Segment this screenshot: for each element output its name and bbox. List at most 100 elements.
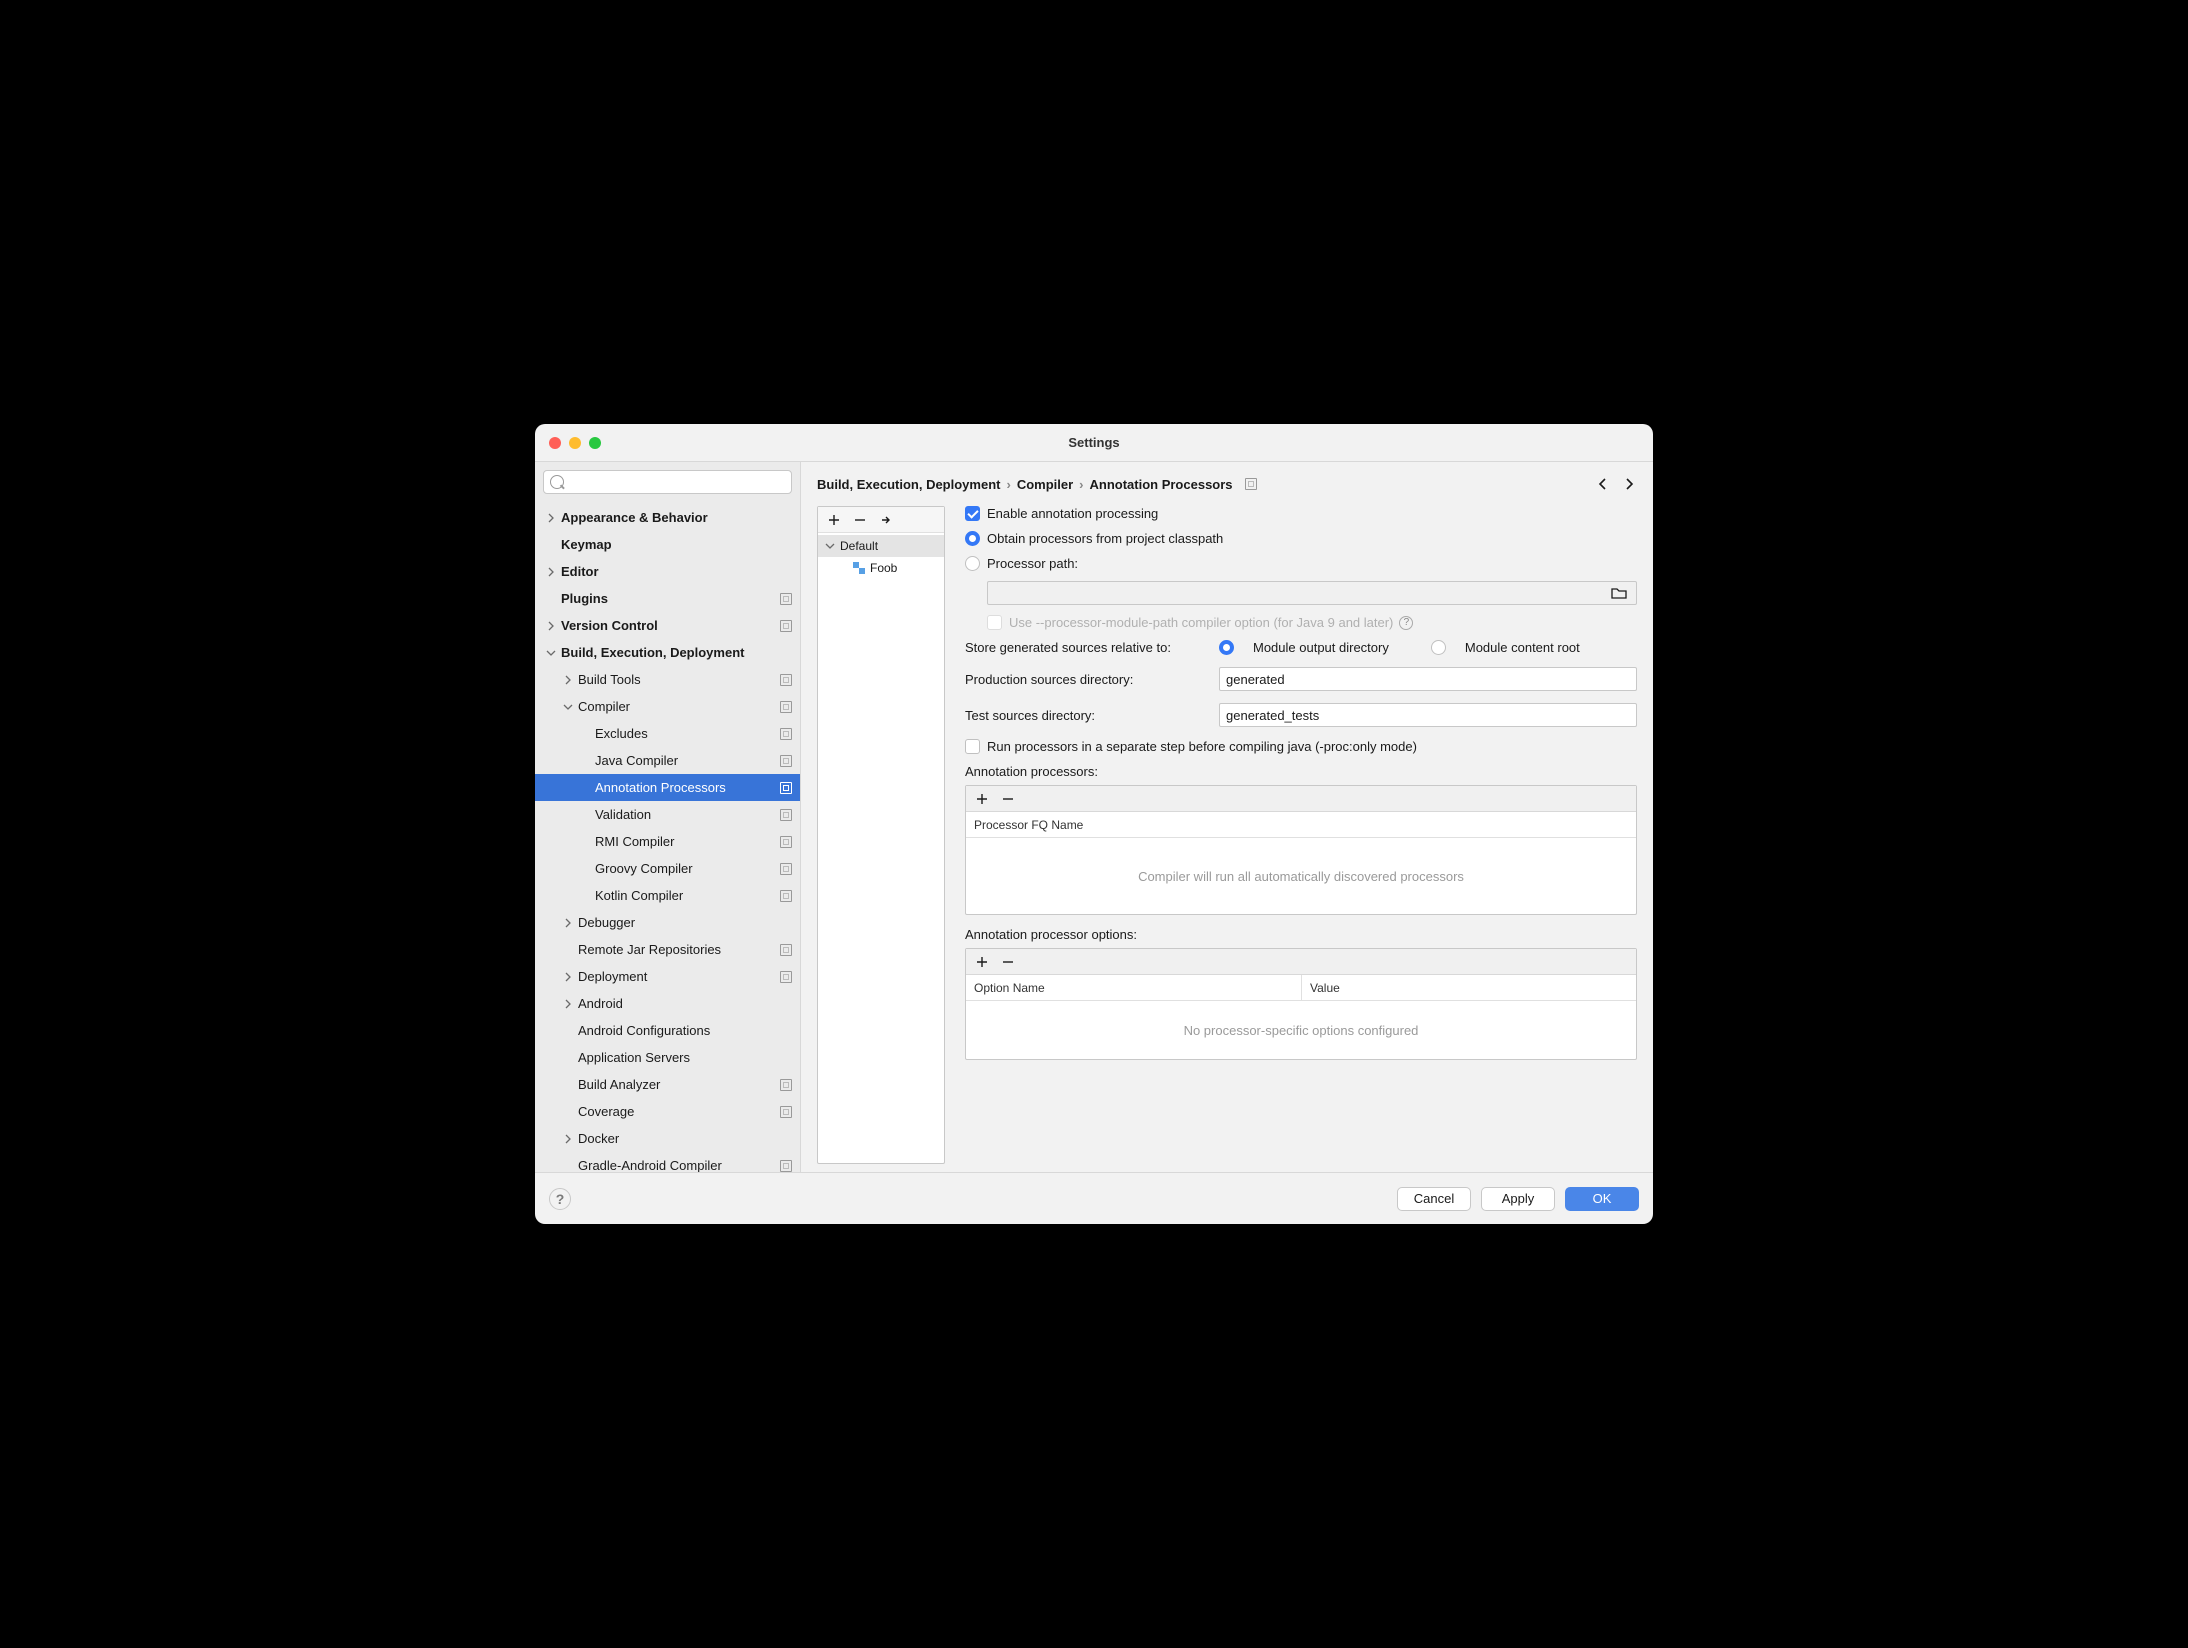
folder-icon[interactable] [1608,586,1630,600]
crumb-1[interactable]: Build, Execution, Deployment [817,477,1000,492]
help-button[interactable]: ? [549,1188,571,1210]
module-path-checkbox[interactable] [987,615,1002,630]
sidebar-item[interactable]: Keymap [535,531,800,558]
settings-tree[interactable]: Appearance & BehaviorKeymap Editor Plugins… [535,502,800,1172]
search-wrap [535,462,800,502]
enable-checkbox[interactable] [965,506,980,521]
separate-checkbox[interactable] [965,739,980,754]
sidebar-item[interactable]: Kotlin Compiler [535,882,800,909]
prod-input[interactable] [1226,672,1630,687]
project-scope-icon [780,782,792,794]
module-path-label: Use --processor-module-path compiler opt… [1009,615,1393,630]
breadcrumb: Build, Execution, Deployment › Compiler … [801,462,1653,506]
enable-row: Enable annotation processing [965,506,1637,521]
crumb-2[interactable]: Compiler [1017,477,1073,492]
sidebar-item[interactable]: RMI Compiler [535,828,800,855]
opt-toolbar [966,949,1636,975]
sidebar-item[interactable]: Gradle-Android Compiler [535,1152,800,1172]
test-input[interactable] [1226,708,1630,723]
proc-header-col: Processor FQ Name [966,818,1091,832]
sidebar-item-label: Docker [578,1131,792,1146]
nav-buttons [1595,476,1637,492]
path-field[interactable] [987,581,1637,605]
chevron-down-icon[interactable] [545,647,557,659]
project-scope-icon [780,863,792,875]
sidebar-item[interactable]: Validation [535,801,800,828]
chevron-right-icon[interactable] [562,674,574,686]
profile-default[interactable]: Default [818,535,944,557]
sidebar-item[interactable]: Application Servers [535,1044,800,1071]
obtain-row: Obtain processors from project classpath [965,531,1637,546]
project-scope-icon [780,755,792,767]
help-icon[interactable]: ? [1399,616,1413,630]
move-to-icon[interactable] [880,514,892,526]
apply-button[interactable]: Apply [1481,1187,1555,1211]
back-icon[interactable] [1595,476,1611,492]
prod-field[interactable] [1219,667,1637,691]
forward-icon[interactable] [1621,476,1637,492]
profile-module[interactable]: Foob [818,557,944,579]
sidebar-item-label: Editor [561,564,792,579]
store-opt1-radio[interactable] [1219,640,1234,655]
sidebar-item[interactable]: Android Configurations [535,1017,800,1044]
chevron-down-icon[interactable] [562,701,574,713]
chevron-right-icon[interactable] [562,971,574,983]
remove-icon[interactable] [854,514,866,526]
store-opt2-radio[interactable] [1431,640,1446,655]
maximize-icon[interactable] [589,437,601,449]
sidebar-item[interactable]: Excludes [535,720,800,747]
obtain-radio[interactable] [965,531,980,546]
chevron-down-icon[interactable] [824,540,836,552]
project-scope-icon [780,944,792,956]
sidebar-item[interactable]: Deployment [535,963,800,990]
chevron-right-icon[interactable] [562,998,574,1010]
sidebar-item[interactable]: Android [535,990,800,1017]
enable-label: Enable annotation processing [987,506,1158,521]
remove-icon[interactable] [1002,793,1014,805]
close-icon[interactable] [549,437,561,449]
ok-button[interactable]: OK [1565,1187,1639,1211]
sidebar-item[interactable]: Remote Jar Repositories [535,936,800,963]
sidebar-item-label: Build Analyzer [578,1077,780,1092]
chevron-right-icon[interactable] [562,1133,574,1145]
path-field-row [965,581,1637,605]
sidebar-item[interactable]: Java Compiler [535,747,800,774]
sidebar-item[interactable]: Debugger [535,909,800,936]
sidebar-item[interactable]: Build Tools [535,666,800,693]
sidebar-item[interactable]: Annotation Processors [535,774,800,801]
sidebar-item-label: Java Compiler [595,753,780,768]
test-field[interactable] [1219,703,1637,727]
cancel-button[interactable]: Cancel [1397,1187,1471,1211]
add-icon[interactable] [976,956,988,968]
remove-icon[interactable] [1002,956,1014,968]
sidebar-item[interactable]: Build Analyzer [535,1071,800,1098]
path-label: Processor path: [987,556,1078,571]
sidebar-item-label: Plugins [561,591,780,606]
sidebar-item[interactable]: Plugins [535,585,800,612]
opt-header-col2: Value [1302,981,1348,995]
sidebar-item[interactable]: Compiler [535,693,800,720]
sidebar-item[interactable]: Editor [535,558,800,585]
sidebar-item[interactable]: Docker [535,1125,800,1152]
sidebar-item[interactable]: Groovy Compiler [535,855,800,882]
chevron-right-icon: › [1079,477,1083,492]
separate-row: Run processors in a separate step before… [965,739,1637,754]
sidebar-item[interactable]: Version Control [535,612,800,639]
profile-tree[interactable]: Default Foob [818,533,944,1163]
chevron-right-icon[interactable] [562,917,574,929]
store-opt2-label: Module content root [1465,640,1580,655]
chevron-right-icon[interactable] [545,620,557,632]
settings-window: Settings Appearance & BehaviorKeymapEdit… [535,424,1653,1224]
chevron-right-icon[interactable] [545,566,557,578]
sidebar-item[interactable]: Build, Execution, Deployment [535,639,800,666]
sidebar-item[interactable]: Coverage [535,1098,800,1125]
path-radio[interactable] [965,556,980,571]
chevron-right-icon[interactable] [545,512,557,524]
project-scope-icon [1245,478,1257,490]
project-scope-icon [780,836,792,848]
minimize-icon[interactable] [569,437,581,449]
search-input[interactable] [543,470,792,494]
sidebar-item[interactable]: Appearance & Behavior [535,504,800,531]
add-icon[interactable] [976,793,988,805]
add-icon[interactable] [828,514,840,526]
